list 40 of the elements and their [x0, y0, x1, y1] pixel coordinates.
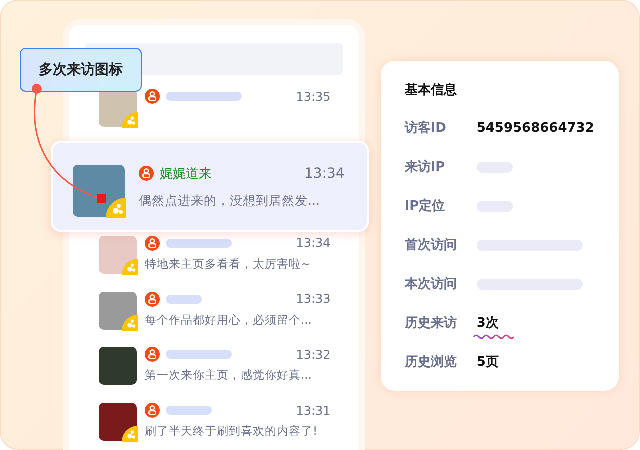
info-label: 历史来访 — [404, 314, 458, 332]
visit-time: 13:34 — [296, 236, 331, 250]
info-title: 基本信息 — [404, 82, 458, 99]
platform-icon — [139, 166, 154, 182]
visitor-message: 第一次来你主页，感觉你好真... — [145, 368, 313, 384]
info-label: 来访IP — [404, 158, 446, 176]
platform-icon — [145, 236, 160, 251]
visitor-row[interactable]: 13:33 每个作品都好用心，必须留个... — [85, 292, 343, 348]
info-value: 5459568664732 — [476, 120, 594, 136]
platform-icon — [145, 292, 160, 306]
platform-icon — [145, 89, 160, 104]
info-value: 3次 — [476, 314, 499, 332]
info-value: 5页 — [476, 354, 499, 371]
visitor-message: 刷了半天终于刷到喜欢的内容了! — [145, 424, 319, 440]
info-label: 历史浏览 — [404, 354, 458, 371]
name-placeholder-bar — [166, 238, 232, 248]
info-label: 本次访问 — [404, 276, 458, 293]
photo-placeholder — [99, 347, 137, 386]
visitor-message: 偶然点进来的，没想到居然发... — [139, 192, 321, 210]
visitor-row[interactable]: 13:32 第一次来你主页，感觉你好真... — [85, 347, 343, 404]
name-placeholder-bar — [166, 294, 202, 304]
visitor-card[interactable]: 娓娓道来 13:34 偶然点进来的，没想到居然发... — [51, 140, 369, 232]
visit-time: 13:34 — [304, 166, 345, 182]
visitor-row[interactable]: 13:31 刷了半天终于刷到喜欢的内容了! — [85, 403, 343, 450]
name-placeholder-bar — [166, 406, 212, 416]
info-label: 访客ID — [404, 120, 448, 137]
visit-time: 13:31 — [296, 404, 331, 418]
info-label: 首次访问 — [404, 236, 458, 254]
visitor-name: 娓娓道来 — [160, 166, 212, 183]
platform-icon — [145, 403, 160, 418]
visit-time: 13:35 — [296, 90, 331, 104]
visit-time: 13:32 — [296, 348, 331, 362]
visitor-row[interactable]: 13:34 特地来主页多看看，太厉害啦~ — [85, 236, 343, 292]
visitor-message: 每个作品都好用心，必须留个... — [145, 312, 313, 328]
name-placeholder-bar — [166, 350, 232, 360]
platform-icon — [145, 347, 160, 362]
visitor-message: 特地来主页多看看，太厉害啦~ — [145, 256, 312, 272]
visit-time: 13:33 — [296, 292, 331, 306]
callout-tooltip: 多次来访图标 — [20, 48, 142, 92]
info-label: IP定位 — [404, 198, 446, 215]
